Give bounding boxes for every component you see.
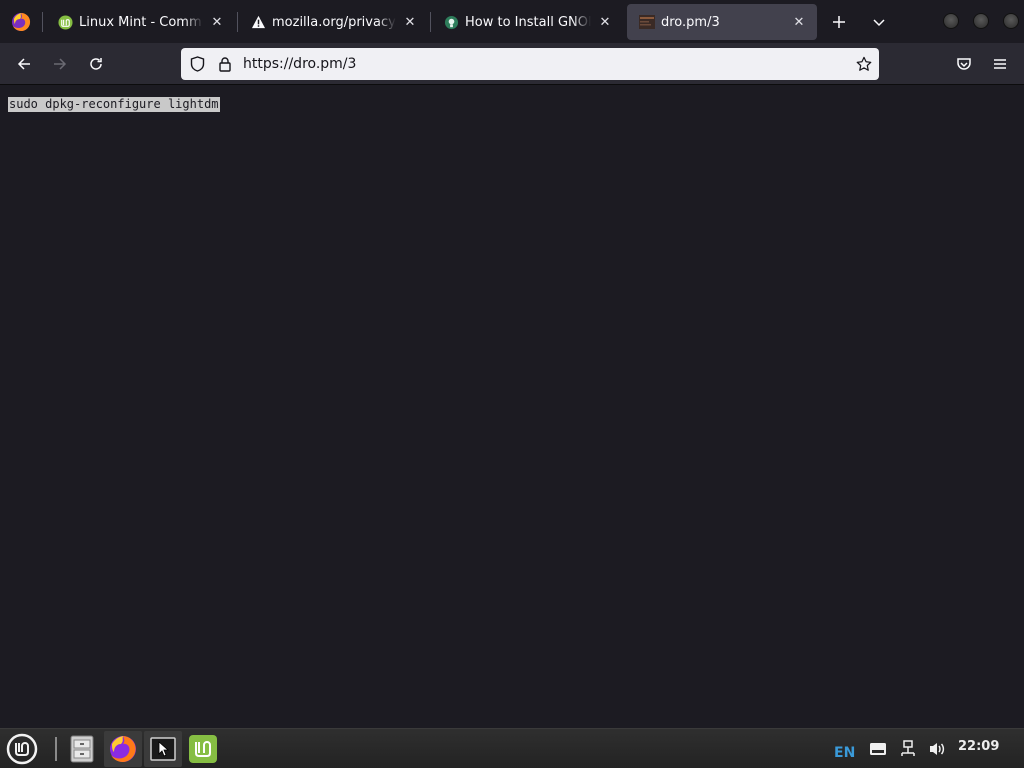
lock-icon[interactable]	[217, 56, 233, 72]
pocket-icon	[957, 58, 971, 70]
warning-icon	[250, 14, 266, 30]
forward-button[interactable]	[45, 49, 75, 79]
firefox-icon[interactable]	[0, 0, 42, 43]
reload-button[interactable]	[81, 49, 111, 79]
terminal-icon	[150, 737, 176, 761]
tab-title: Linux Mint - Communi	[79, 14, 203, 30]
maximize-window-button[interactable]	[973, 13, 989, 29]
tab-divider	[42, 12, 43, 32]
site-icon	[639, 14, 655, 30]
volume-icon[interactable]	[927, 739, 947, 759]
tab-title: mozilla.org/privacy/fi	[272, 14, 396, 30]
linux-mint-icon	[57, 14, 73, 30]
tab-strip: Linux Mint - Communi ✕ mozilla.org/priva…	[0, 0, 1024, 43]
bookmark-star-icon[interactable]	[856, 56, 872, 72]
close-tab-icon[interactable]: ✕	[791, 14, 807, 30]
back-arrow-icon	[17, 58, 30, 70]
tracking-protection-shield-icon[interactable]	[189, 56, 205, 72]
clock[interactable]: 22:09	[958, 739, 999, 754]
firefox-launcher[interactable]	[104, 731, 142, 767]
network-icon[interactable]	[898, 739, 918, 759]
tab-dro-pm[interactable]: dro.pm/3 ✕	[627, 4, 817, 40]
taskbar: EN 22:09	[0, 728, 1024, 768]
app-menu-button[interactable]	[985, 49, 1015, 79]
command-text[interactable]: sudo dpkg-reconfigure lightdm	[8, 97, 220, 112]
close-window-button[interactable]	[1003, 13, 1019, 29]
close-tab-icon[interactable]: ✕	[597, 14, 613, 30]
keyboard-layout-indicator[interactable]: EN	[834, 745, 855, 761]
minimize-window-button[interactable]	[943, 13, 959, 29]
close-tab-icon[interactable]: ✕	[209, 14, 225, 30]
taskbar-separator	[55, 737, 57, 761]
notifications-tray-icon[interactable]	[868, 739, 888, 759]
url-text[interactable]: https://dro.pm/3	[243, 56, 356, 72]
tab-title: dro.pm/3	[661, 14, 720, 30]
linux-mint-menu-icon	[6, 733, 38, 765]
mint-update-launcher[interactable]	[184, 731, 222, 767]
tab-linux-mint[interactable]: Linux Mint - Communi ✕	[45, 4, 235, 40]
reload-icon	[90, 58, 102, 70]
tab-install-gnome[interactable]: How to Install GNOME ✕	[431, 4, 623, 40]
terminal-launcher[interactable]	[144, 731, 182, 767]
url-bar[interactable]: https://dro.pm/3	[181, 48, 879, 80]
site-icon	[443, 14, 459, 30]
close-tab-icon[interactable]: ✕	[402, 14, 418, 30]
linux-mint-icon	[189, 735, 217, 763]
start-menu-button[interactable]	[3, 731, 41, 767]
file-manager-icon	[70, 735, 94, 763]
navigation-toolbar: https://dro.pm/3	[0, 43, 1024, 85]
tab-title: How to Install GNOME	[465, 14, 591, 30]
page-content: sudo dpkg-reconfigure lightdm	[0, 85, 1024, 728]
new-tab-button[interactable]	[824, 7, 854, 37]
back-button[interactable]	[9, 49, 39, 79]
pocket-button[interactable]	[949, 49, 979, 79]
list-all-tabs-button[interactable]	[864, 7, 894, 37]
tab-mozilla-privacy[interactable]: mozilla.org/privacy/fi ✕	[238, 4, 428, 40]
forward-arrow-icon	[54, 58, 67, 70]
firefox-icon	[110, 736, 136, 762]
file-manager-launcher[interactable]	[63, 731, 101, 767]
hamburger-menu-icon	[994, 59, 1006, 69]
